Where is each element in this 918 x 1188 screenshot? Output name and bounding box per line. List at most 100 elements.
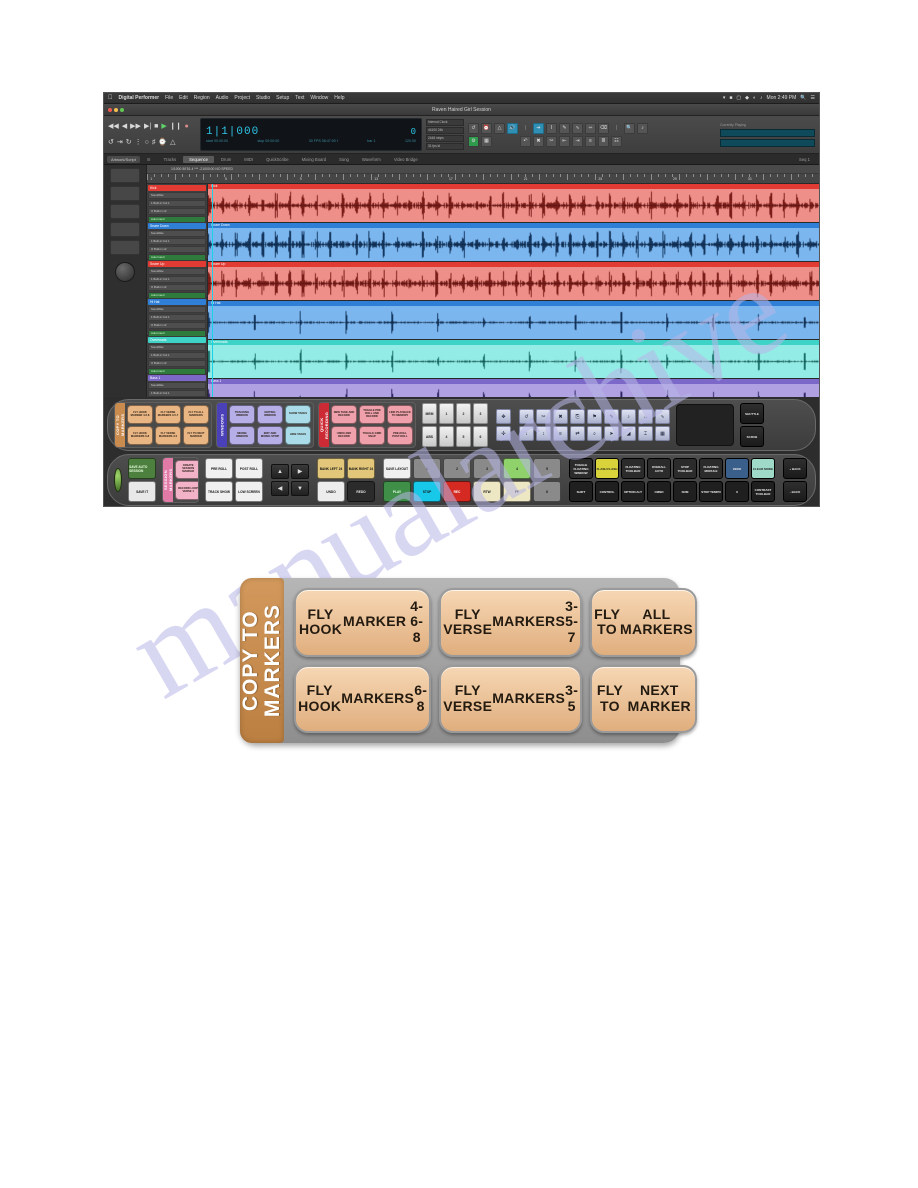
scissors-icon[interactable]: ✂ (546, 135, 557, 147)
tab-waveform[interactable]: Waveform (356, 156, 387, 163)
arrow-right-icon[interactable]: ▶ (291, 464, 309, 479)
btn-fly-verse-markers-35[interactable]: FLY VERSE MARKERS 3-5 (155, 426, 181, 445)
align-icon[interactable]: ≣ (598, 135, 609, 147)
menu-item-edit[interactable]: Edit (179, 95, 188, 101)
track-header[interactable]: Bass 1Soundbite1 Built-in Out 1O Built-i… (147, 374, 207, 397)
clock-source-select[interactable]: Internal Clock (426, 119, 464, 126)
btn-transport-stop[interactable]: STOP (413, 481, 441, 502)
btn-toggle-grid-snap[interactable]: TOGGLE GRID SNAP (359, 426, 385, 445)
modifier-key[interactable]: STOP TEMPO (699, 481, 723, 502)
track-header[interactable]: Snare Up Soundbite 1 Built-in Out 1O Built… (147, 260, 207, 299)
tool-chip-5[interactable] (110, 240, 140, 255)
fade-icon[interactable]: ◢ (621, 426, 636, 441)
menu-item-region[interactable]: Region (194, 95, 210, 101)
pencil-icon[interactable]: ✎ (559, 122, 570, 134)
btn-editing-window[interactable]: EDITING WINDOW (257, 405, 283, 424)
control-center-icon[interactable]: ☰ (811, 95, 815, 101)
menu-item-project[interactable]: Project (234, 95, 250, 101)
undo-icon[interactable]: ↶ (520, 135, 531, 147)
record-icon[interactable]: ● (185, 123, 189, 130)
prev-icon[interactable]: ◀ (122, 123, 127, 130)
track-lane[interactable]: Bass 1 (208, 379, 819, 397)
btn-number-5[interactable]: 5 (533, 458, 561, 479)
track-lane[interactable]: Kick (208, 184, 819, 223)
search-icon[interactable]: 🔍 (800, 95, 806, 101)
btn-bank-left-24[interactable]: BANK LEFT 24 (317, 458, 345, 479)
track-header[interactable]: Hi Hat Soundbite 1 Built-in Out 1O Built-i… (147, 298, 207, 337)
track-control-row[interactable]: Soundbite (148, 382, 206, 389)
btn-edit-mixing-strip[interactable]: EDIT AND MIXING STRIP (257, 426, 283, 445)
grid-icon[interactable]: ▦ (481, 135, 492, 147)
keypad-4[interactable]: 4 (439, 426, 454, 447)
callout-btn-fly-hook-markers-68[interactable]: FLY HOOK MARKERS 6-8 (294, 664, 432, 733)
menu-item-file[interactable]: File (165, 95, 173, 101)
grid-icon[interactable]: ▦ (655, 426, 670, 441)
tab-quickscribe[interactable]: QuickScribe (260, 156, 295, 163)
rewind-icon[interactable]: ◀◀ (108, 123, 119, 130)
note-icon[interactable]: ♪ (637, 122, 648, 134)
btn-transport-ff[interactable]: FF (503, 481, 531, 502)
wave-icon[interactable]: ∿ (655, 409, 670, 424)
pointer-icon[interactable]: ➔ (533, 122, 544, 134)
track-control-row[interactable]: O Built-in 12 (148, 360, 206, 367)
modifier-key[interactable]: SHIFT (569, 481, 593, 502)
btn-track-show[interactable]: TRACK SHOW (205, 481, 233, 502)
btn-save-it[interactable]: SAVE IT (128, 481, 157, 502)
modifier-key[interactable]: ZERO (725, 458, 749, 479)
artwork-script-button[interactable]: Artwork/Script (107, 155, 140, 163)
note-icon[interactable]: ♪ (621, 409, 636, 424)
rotary-knob-icon[interactable] (115, 262, 135, 282)
btn-number-1[interactable]: 1 (413, 458, 441, 479)
playhead[interactable] (212, 184, 213, 397)
counter-field-stop[interactable]: stop 00:00:00 (257, 139, 279, 143)
keypad-mem[interactable]: MEM (422, 403, 437, 424)
btn-tracking-window[interactable]: TRACKING WINDOW (229, 405, 255, 424)
counter-field-timecode[interactable]: 30 FPS 08:47:00 f (309, 139, 338, 143)
sequence-selector[interactable]: Seq 1 (793, 156, 816, 163)
track-header[interactable]: Overheads Soundbite 1 Built-in Out 1O Buil… (147, 336, 207, 375)
tool-chip-4[interactable] (110, 222, 140, 237)
btn-undo-and-record[interactable]: UNDO AND RECORD (331, 426, 357, 445)
tab-midi[interactable]: MIDI (238, 156, 259, 163)
track-control-row[interactable]: Soundbite (148, 230, 206, 237)
tab-tracks[interactable]: Tracks (158, 156, 182, 163)
modifier-key[interactable]: FLASH FLASH (595, 458, 619, 479)
btn-toggle-preroll-record[interactable]: TOGGLE PRE ROLL AND RECORD (359, 405, 385, 424)
trim-icon[interactable]: ↔ (638, 409, 653, 424)
wave-icon[interactable]: ∿ (572, 122, 583, 134)
btn-record-loop-verse-1[interactable]: RECORD LOOP VERSE 1 (175, 481, 199, 500)
track-control-row[interactable]: O Built-in 12 (148, 208, 206, 215)
track-lane[interactable]: Hi Hat (208, 301, 819, 340)
tab-song[interactable]: Song (333, 156, 355, 163)
track-control-row[interactable]: O Built-in 12 (148, 322, 206, 329)
track-control-row[interactable]: Soundbite (148, 192, 206, 199)
metronome-icon[interactable]: △ (494, 122, 505, 134)
modifier-key[interactable]: OVERALL AUTO (647, 458, 671, 479)
volume-icon[interactable]: ♪ (760, 95, 763, 101)
modifier-key[interactable]: OPTION ALT (621, 481, 645, 502)
modifier-key[interactable]: CONTROL (595, 481, 619, 502)
menu-item-audio[interactable]: Audio (216, 95, 229, 101)
jog-wheel[interactable] (114, 468, 123, 492)
merge-icon[interactable]: ≡ (585, 135, 596, 147)
track-control-row[interactable]: O Built-in 12 (148, 246, 206, 253)
btn-bank-right-24[interactable]: BANK RIGHT 24 (347, 458, 375, 479)
track-control-row[interactable]: 1 Built-in Out 1 (148, 238, 206, 245)
framerate-select[interactable]: 31 fps kt (426, 143, 464, 150)
keypad-6[interactable]: 6 (473, 426, 488, 447)
btn-number-2[interactable]: 2 (443, 458, 471, 479)
end-icon[interactable]: ▶| (144, 123, 151, 130)
track-control-row[interactable]: 1 Built-in Out 1 (148, 276, 206, 283)
tool-chip-1[interactable] (110, 168, 140, 183)
bitrate-select[interactable]: 2448 mbps (426, 135, 464, 142)
track-control-row[interactable]: Soundbite (148, 344, 206, 351)
cycle-icon[interactable]: ↻ (126, 139, 132, 146)
menu-item-window[interactable]: Window (310, 95, 328, 101)
btn-new-take-and-record[interactable]: NEW TAKE AND RECORD (331, 405, 357, 424)
bluetooth-icon[interactable]: ◆ (745, 95, 749, 101)
btn-number-3[interactable]: 3 (473, 458, 501, 479)
chevron-down-icon[interactable]: ▾ (723, 95, 726, 101)
btn-save-layout[interactable]: SAVE LAYOUT (383, 458, 411, 479)
track-control-row[interactable]: 1 Built-in Out 1 (148, 352, 206, 359)
modifier-key[interactable]: STOP TOOLBAR (673, 458, 697, 479)
